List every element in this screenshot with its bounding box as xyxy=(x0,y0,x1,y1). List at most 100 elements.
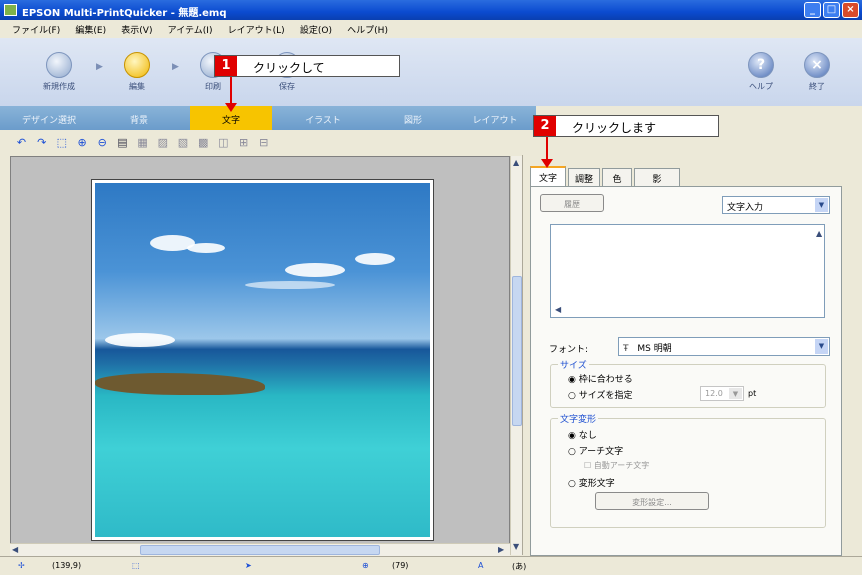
tab-shape[interactable]: 図形 xyxy=(372,106,454,130)
chevron-down-icon: ▼ xyxy=(815,339,828,354)
minimize-button[interactable]: _ xyxy=(804,2,821,18)
tab-illustration[interactable]: イラスト xyxy=(282,106,364,130)
menu-help[interactable]: ヘルプ(H) xyxy=(347,26,388,36)
shape-settings-button[interactable]: 変形設定... xyxy=(595,492,709,510)
canvas-vertical-scrollbar[interactable]: ▲ ▼ xyxy=(510,156,522,555)
history-button[interactable]: 履歴 xyxy=(540,194,604,212)
callout-2-arrow xyxy=(541,137,553,168)
menu-edit[interactable]: 編集(E) xyxy=(75,26,106,36)
fit-icon[interactable]: ▤ xyxy=(115,135,130,150)
scroll-up-icon[interactable]: ▲ xyxy=(513,158,519,167)
help-button[interactable]: ? ヘルプ xyxy=(736,52,786,92)
zoom-out-icon[interactable]: ⊖ xyxy=(95,135,110,150)
panel-tab-shadow[interactable]: 影 xyxy=(634,168,680,186)
menu-view[interactable]: 表示(V) xyxy=(121,26,152,36)
callout-1: 1 クリックして xyxy=(214,55,400,77)
scroll-down-icon[interactable]: ▼ xyxy=(513,542,519,551)
status-zoom: (79) xyxy=(392,561,409,570)
status-value: (あ) xyxy=(512,562,527,571)
canvas-horizontal-scrollbar[interactable]: ◀ ▶ xyxy=(10,543,510,556)
panel-tab-adjust[interactable]: 調整 xyxy=(568,168,600,186)
undo-icon[interactable]: ↶ xyxy=(14,135,29,150)
title-bar: EPSON Multi-PrintQuicker - 無題.emq _ □ × xyxy=(0,0,862,20)
mode-select[interactable]: 文字入力 ▼ xyxy=(722,196,830,214)
edit-button[interactable]: 編集 xyxy=(112,52,162,92)
align-left-icon[interactable]: ▦ xyxy=(135,135,150,150)
radio-none[interactable]: ◉ なし xyxy=(568,428,597,441)
scroll-left-icon[interactable]: ◀ xyxy=(12,545,18,554)
radio-fit-label: 枠に合わせる xyxy=(578,375,633,385)
chevron-down-icon: ▼ xyxy=(815,198,828,212)
menu-settings[interactable]: 設定(O) xyxy=(300,26,332,36)
exit-icon: × xyxy=(804,52,830,78)
close-button[interactable]: × xyxy=(842,2,859,18)
vscroll-thumb[interactable] xyxy=(512,276,522,426)
align-right-icon[interactable]: ▧ xyxy=(176,135,191,150)
edit-label: 編集 xyxy=(129,82,145,91)
truetype-icon: Ŧ xyxy=(623,344,629,354)
canvas-area[interactable] xyxy=(10,156,510,555)
radio-specify-label: サイズを指定 xyxy=(578,391,633,401)
redo-icon[interactable]: ↷ xyxy=(34,135,49,150)
size-group xyxy=(550,364,826,408)
panel-tab-text[interactable]: 文字 xyxy=(530,166,566,187)
layer-up-icon[interactable]: ▩ xyxy=(196,135,211,150)
callout-1-number: 1 xyxy=(215,56,237,76)
step-arrow-icon: ▶ xyxy=(172,62,179,72)
maximize-button[interactable]: □ xyxy=(823,2,840,18)
scroll-right-icon[interactable]: ▶ xyxy=(498,545,504,554)
radio-shape-text[interactable]: ○ 変形文字 xyxy=(568,476,615,489)
text-icon: A xyxy=(478,561,484,570)
tab-layout[interactable]: レイアウト xyxy=(454,106,536,130)
select-icon: ⬚ xyxy=(132,561,140,570)
edit-toolbar: ↶ ↷ ⬚ ⊕ ⊖ ▤ ▦ ▨ ▧ ▩ ◫ ⊞ ⊟ xyxy=(0,130,522,155)
radio-arch[interactable]: ○ アーチ文字 xyxy=(568,444,623,457)
callout-2: 2 クリックします xyxy=(533,115,719,137)
new-button[interactable]: 新規作成 xyxy=(34,52,84,92)
radio-shape-label: 変形文字 xyxy=(578,479,615,489)
align-center-icon[interactable]: ▨ xyxy=(155,135,170,150)
layer-down-icon[interactable]: ◫ xyxy=(216,135,231,150)
ungroup-icon[interactable]: ⊟ xyxy=(256,135,271,150)
tab-background[interactable]: 背景 xyxy=(98,106,180,130)
tab-design[interactable]: デザイン選択 xyxy=(8,106,90,130)
zoom-icon: ⊕ xyxy=(362,561,369,570)
select-icon[interactable]: ⬚ xyxy=(54,135,69,150)
scroll-left-icon[interactable]: ◀ xyxy=(555,305,561,314)
font-select[interactable]: Ŧ MS 明朝 ▼ xyxy=(618,337,830,356)
hscroll-thumb[interactable] xyxy=(140,545,380,555)
exit-button[interactable]: × 終了 xyxy=(792,52,842,92)
size-select[interactable]: 12.0 ▼ xyxy=(700,386,744,401)
group-icon[interactable]: ⊞ xyxy=(236,135,251,150)
mode-select-value: 文字入力 xyxy=(727,203,764,213)
menu-layout[interactable]: レイアウト(L) xyxy=(228,26,285,36)
transform-group-label: 文字変形 xyxy=(558,412,599,425)
scroll-up-icon[interactable]: ▲ xyxy=(816,229,822,238)
callout-1-text: クリックして xyxy=(253,61,325,75)
chevron-down-icon: ▼ xyxy=(729,388,742,399)
radio-fit-to-frame[interactable]: ◉ 枠に合わせる xyxy=(568,372,633,385)
font-select-value: MS 明朝 xyxy=(637,344,672,354)
window-title: EPSON Multi-PrintQuicker - 無題.emq xyxy=(22,8,227,19)
cursor-icon: ✢ xyxy=(18,561,25,570)
callout-2-number: 2 xyxy=(534,116,556,136)
text-input-area[interactable]: ▲ ◀ xyxy=(550,224,825,318)
menu-file[interactable]: ファイル(F) xyxy=(12,26,60,36)
step-arrow-icon: ▶ xyxy=(96,62,103,72)
app-icon xyxy=(4,4,17,16)
save-label: 保存 xyxy=(279,82,295,91)
exit-label: 終了 xyxy=(809,82,825,91)
pointer-icon: ➤ xyxy=(245,561,252,570)
new-label: 新規作成 xyxy=(43,82,75,91)
font-label: フォント: xyxy=(549,345,589,355)
size-group-label: サイズ xyxy=(558,358,589,371)
edit-icon xyxy=(124,52,150,78)
menu-item[interactable]: アイテム(I) xyxy=(168,26,213,36)
radio-specify-size[interactable]: ○ サイズを指定 xyxy=(568,388,632,401)
workflow-toolbar: 新規作成 ▶ 編集 ▶ 印刷 保存 ? ヘルプ × 終了 xyxy=(0,38,862,106)
checkbox-auto-arch[interactable]: ☐ 自動アーチ文字 xyxy=(584,460,649,471)
beach-photo[interactable] xyxy=(95,183,430,537)
panel-tab-color[interactable]: 色 xyxy=(602,168,632,186)
new-icon xyxy=(46,52,72,78)
zoom-in-icon[interactable]: ⊕ xyxy=(75,135,90,150)
